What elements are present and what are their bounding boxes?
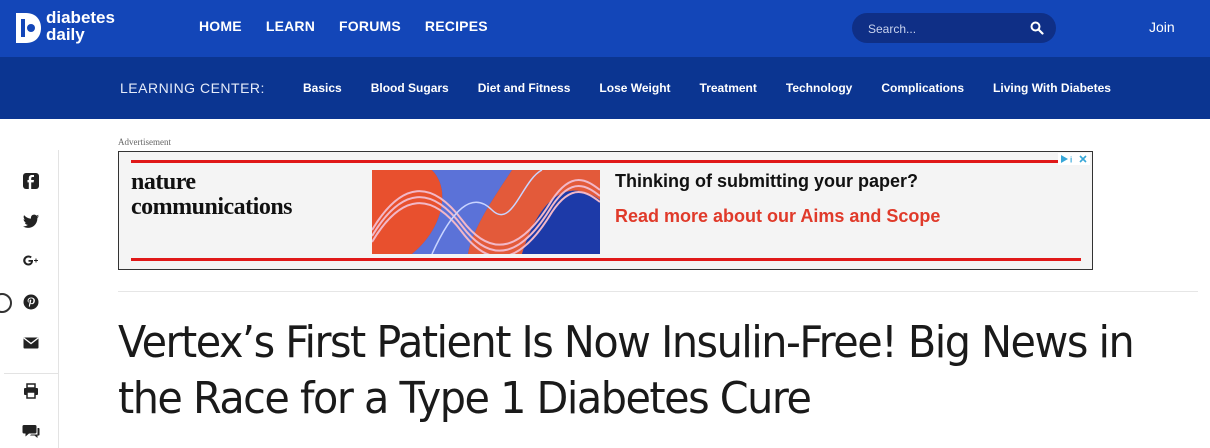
google-plus-icon[interactable] — [22, 252, 40, 270]
ad-brand: nature communications — [131, 169, 293, 220]
lc-item-technology[interactable]: Technology — [786, 81, 852, 95]
ad-brand-line-2: communications — [131, 194, 293, 220]
logo-mark-icon — [16, 13, 41, 43]
logo-text: diabetes daily — [46, 9, 115, 43]
site-logo[interactable]: diabetes daily — [14, 7, 134, 51]
nav-learn[interactable]: LEARN — [266, 18, 315, 34]
ad-bottom-rule — [131, 258, 1081, 261]
lc-item-treatment[interactable]: Treatment — [700, 81, 757, 95]
nav-forums[interactable]: FORUMS — [339, 18, 401, 34]
main-nav: HOME LEARN FORUMS RECIPES — [199, 18, 512, 34]
lc-item-diet-and-fitness[interactable]: Diet and Fitness — [478, 81, 571, 95]
logo-line-1: diabetes — [46, 8, 115, 27]
share-sidebar — [0, 150, 59, 448]
article-title: Vertex’s First Patient Is Now Insulin-Fr… — [118, 317, 1135, 424]
nav-home[interactable]: HOME — [199, 18, 242, 34]
learning-center-nav: Basics Blood Sugars Diet and Fitness Los… — [303, 81, 1111, 95]
lc-item-complications[interactable]: Complications — [881, 81, 964, 95]
lc-item-living-with-diabetes[interactable]: Living With Diabetes — [993, 81, 1111, 95]
email-icon[interactable] — [22, 334, 40, 352]
nav-recipes[interactable]: RECIPES — [425, 18, 488, 34]
search-box — [852, 13, 1056, 43]
lc-item-blood-sugars[interactable]: Blood Sugars — [371, 81, 449, 95]
ad-cta-link[interactable]: Read more about our Aims and Scope — [615, 206, 940, 227]
advertisement-banner[interactable]: i nature communications Thinking of subm… — [118, 151, 1093, 270]
comment-icon[interactable] — [22, 422, 40, 440]
search-input[interactable] — [866, 19, 1020, 39]
ad-headline: Thinking of submitting your paper? — [615, 171, 918, 191]
top-navigation-bar: diabetes daily HOME LEARN FORUMS RECIPES… — [0, 0, 1210, 57]
share-divider — [4, 373, 58, 374]
join-link[interactable]: Join — [1149, 19, 1175, 35]
lc-item-basics[interactable]: Basics — [303, 81, 342, 95]
adchoices-icon[interactable]: i — [1058, 153, 1090, 165]
ad-artwork-image — [372, 170, 600, 254]
pinterest-icon[interactable] — [22, 293, 40, 311]
ad-brand-line-1: nature — [131, 169, 196, 195]
twitter-icon[interactable] — [22, 212, 40, 230]
search-icon[interactable] — [1030, 21, 1044, 35]
logo-line-2: daily — [46, 25, 85, 44]
print-icon[interactable] — [22, 382, 40, 400]
learning-center-label: LEARNING CENTER: — [120, 80, 265, 96]
ad-top-rule — [131, 160, 1081, 163]
share-count-circle — [0, 293, 12, 313]
lc-item-lose-weight[interactable]: Lose Weight — [599, 81, 670, 95]
content-divider — [118, 291, 1198, 292]
learning-center-bar: LEARNING CENTER: Basics Blood Sugars Die… — [0, 57, 1210, 119]
facebook-icon[interactable] — [22, 172, 40, 190]
svg-text:i: i — [1070, 156, 1072, 165]
advertisement-label: Advertisement — [118, 137, 171, 147]
